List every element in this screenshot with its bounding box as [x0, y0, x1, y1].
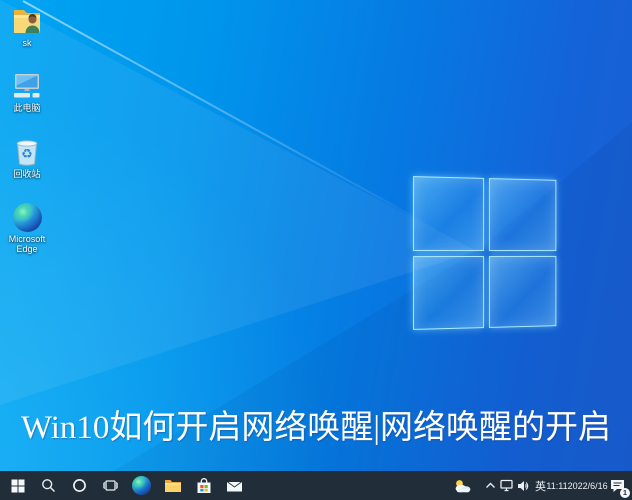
clock-date: 2022/6/16 [567, 480, 608, 491]
desktop-icon-user-folder[interactable]: sk [0, 6, 54, 48]
system-tray: 英 11:11 2022/6/16 1 [448, 471, 632, 500]
volume-tray-button[interactable] [515, 471, 532, 500]
caption-banner-text: Win10如何开启网络唤醒|网络唤醒的开启 [20, 410, 612, 446]
windows-desktop-screen: sk 此电脑 ♻ 回收站 Microsoft Edge Win10如何开启网络唤… [0, 0, 632, 500]
folder-icon [164, 480, 181, 492]
recycle-bin-icon: ♻ [11, 137, 43, 167]
chevron-up-icon [486, 482, 495, 488]
desktop-icon-label: 回收站 [13, 169, 41, 179]
svg-text:♻: ♻ [21, 147, 33, 162]
taskbar-buttons [0, 471, 250, 500]
file-explorer-button[interactable] [157, 471, 188, 500]
notification-count-badge: 1 [620, 488, 630, 498]
speaker-icon [517, 480, 528, 491]
edge-icon [11, 202, 43, 232]
windows-logo-pane [488, 255, 557, 328]
windows-logo-icon [11, 479, 24, 492]
mail-envelope-icon [226, 480, 243, 491]
desktop-icon-this-pc[interactable]: 此电脑 [0, 71, 54, 113]
show-hidden-icons-button[interactable] [483, 471, 498, 500]
windows-logo-pane [488, 178, 557, 251]
search-icon [42, 479, 56, 493]
task-view-button[interactable] [95, 471, 126, 500]
network-ethernet-icon [499, 479, 513, 492]
desktop-icon-label: sk [22, 38, 32, 48]
news-and-interests-button[interactable] [448, 471, 475, 500]
cortana-button[interactable] [64, 471, 95, 500]
windows-logo-pane [413, 176, 485, 251]
taskbar: 英 11:11 2022/6/16 1 [0, 471, 632, 500]
this-pc-icon [11, 71, 43, 101]
cortana-circle-icon [73, 479, 86, 492]
user-folder-icon [11, 6, 43, 36]
partly-cloudy-icon [455, 479, 470, 492]
desktop-icon-microsoft-edge[interactable]: Microsoft Edge [0, 202, 54, 254]
edge-icon [132, 476, 151, 495]
edge-taskbar-button[interactable] [126, 471, 157, 500]
store-bag-icon [197, 477, 210, 493]
search-button[interactable] [33, 471, 64, 500]
start-button[interactable] [2, 471, 33, 500]
desktop-icon-label: 此电脑 [13, 103, 41, 113]
desktop-icon-recycle-bin[interactable]: ♻ 回收站 [0, 137, 54, 179]
microsoft-store-button[interactable] [188, 471, 219, 500]
windows-logo-pane [413, 255, 485, 330]
task-view-icon [103, 480, 118, 491]
mail-button[interactable] [219, 471, 250, 500]
action-center-button[interactable]: 1 [605, 471, 630, 500]
desktop-icon-label: Microsoft Edge [8, 234, 46, 254]
clock-time: 11:11 [546, 480, 568, 491]
network-tray-button[interactable] [498, 471, 515, 500]
clock-tray-button[interactable]: 11:11 2022/6/16 [546, 471, 608, 500]
wallpaper-windows-logo [413, 176, 557, 330]
